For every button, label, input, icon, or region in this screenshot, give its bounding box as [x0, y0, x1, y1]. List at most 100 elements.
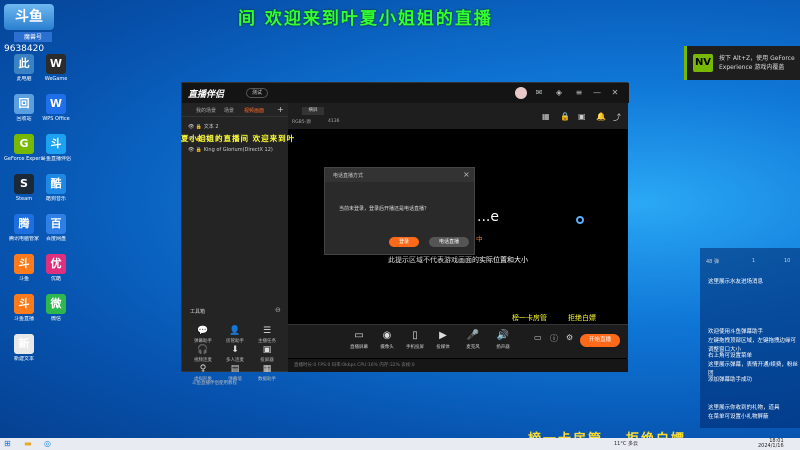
chat-line: 添加弹幕助手成功 [708, 377, 753, 383]
bottom-tool[interactable]: ▭ 直播屏幕 [346, 330, 372, 350]
desktop-icon-label: 微信 [50, 316, 61, 322]
desktop-icon[interactable]: 新新建文本 [4, 334, 44, 362]
toolbox-title: 工具箱 [190, 309, 206, 315]
avatar[interactable] [515, 87, 527, 99]
dialog-title: 电话直播方式 [333, 173, 364, 179]
banner-title: 间 欢迎来到叶夏小姐姐的直播 [238, 9, 493, 29]
douyu-logo: 斗鱼 [4, 4, 54, 30]
tool-item[interactable]: ☰ 主播任务 [252, 325, 282, 344]
folder-icon[interactable]: ▬ [24, 439, 32, 448]
desktop-icon[interactable]: W WeGame [36, 54, 76, 82]
preview-header: 横屏 RGB5-源 4136 ▦ 🔒 ▣ 🔔 ⤴ [288, 103, 628, 129]
lock-icon[interactable]: 🔒 [560, 112, 570, 121]
chat-stat: 10 [784, 258, 791, 264]
recycle-bin-icon: 回 [14, 94, 34, 114]
desktop-icon-label: WPS Office [42, 116, 70, 122]
status-bar: 直播时长:0 FPS:0 码率:0kbps CPU:16% 内存:32% 丢帧:… [288, 359, 628, 372]
calendar-icon[interactable]: ▦ [542, 112, 550, 121]
cursor-icon [576, 216, 584, 224]
camera-icon[interactable]: ▭ [534, 333, 542, 342]
chat-line: 右上角可设置菜单 [708, 353, 753, 359]
bottom-tool[interactable]: 🔊 扬声器 [490, 330, 516, 350]
viewer-count: 4136 [328, 119, 340, 124]
bottom-tool-icon: ▶ [439, 330, 447, 341]
desktop-icon[interactable]: 百百度网盘 [36, 214, 76, 242]
tool-icon: ▣ [262, 345, 272, 355]
source-item[interactable]: 👁 🔒 文本 2 [188, 123, 219, 130]
bottom-tool[interactable]: ▶ 投媒体 [430, 330, 456, 350]
source-label: King of Glorium(DirectX 12) [203, 147, 273, 153]
go-live-button[interactable]: 开始直播 [580, 334, 620, 347]
weather-tray[interactable]: 11°C 多云 [614, 440, 638, 447]
skin-icon[interactable]: ◈ [554, 88, 564, 98]
desktop-icon[interactable]: 优优酷 [36, 254, 76, 282]
bell-icon[interactable]: 🔔 [596, 112, 606, 121]
tool-item[interactable]: ▣ 投屏器 [252, 344, 282, 363]
title-bar: 直播伴侣 测试 ✉ ◈ ≡ — ✕ [182, 83, 629, 103]
layout-icon[interactable]: ▣ [578, 112, 586, 121]
clock[interactable]: 18:01 2024/1/16 [758, 439, 784, 449]
minimize-icon[interactable]: — [592, 88, 602, 98]
bottom-tool-label: 直播屏幕 [350, 345, 368, 350]
desktop-icon[interactable]: 微微信 [36, 294, 76, 322]
bottom-tool[interactable]: ◉ 摄像头 [374, 330, 400, 350]
help-icon[interactable]: ⓘ [550, 333, 558, 344]
tool-item[interactable]: 🎧 视频连麦 [188, 344, 218, 363]
desktop-icon[interactable]: W WPS Office [36, 94, 76, 122]
close-icon[interactable]: × [463, 170, 470, 179]
bottom-tool-label: 投媒体 [436, 345, 450, 350]
bottom-tool-label: 麦克风 [466, 345, 480, 350]
add-icon[interactable]: + [277, 105, 284, 114]
windows-start-icon[interactable]: ⊞ [4, 439, 11, 448]
nvidia-icon: G [14, 134, 34, 154]
preview-text: ...e [477, 209, 499, 225]
edge-icon[interactable]: ◎ [44, 439, 51, 448]
bottom-tool[interactable]: 🎤 麦克风 [460, 330, 486, 350]
landscape-tab[interactable]: 横屏 [302, 107, 324, 115]
settings-icon[interactable]: ⚙ [566, 333, 573, 342]
preview-line-1: 榜一卡房管 [512, 314, 547, 322]
tool-item[interactable]: 👤 房管助手 [220, 325, 250, 344]
desktop-icon[interactable]: 斗斗鱼直播伴侣 [36, 134, 76, 162]
tab-video[interactable]: 视频画面 [244, 107, 264, 114]
nvidia-message: 按下 Alt+Z，使用 GeForce Experience 游戏内覆盖 [719, 55, 795, 71]
bottom-tool-icon: ▯ [412, 330, 418, 341]
bottom-tool-icon: 🎤 [466, 330, 480, 341]
danmaku-panel[interactable]: 48 弹 1 10 这里展示水友进场消息 欢迎使用斗鱼弹幕助手 左键拖拽顶部区域… [700, 248, 800, 428]
version-badge[interactable]: 测试 [246, 88, 268, 98]
desktop-icon-label: 斗鱼直播伴侣 [40, 156, 71, 162]
tab-my-scenes[interactable]: 我的场景 [196, 107, 216, 114]
close-icon[interactable]: ✕ [610, 88, 620, 98]
desktop-icon[interactable]: 酷酷狗音乐 [36, 174, 76, 202]
tool-item[interactable]: ⬇ 多人连麦 [220, 344, 250, 363]
phone-live-button[interactable]: 电话直播 [429, 237, 469, 247]
app-name: 直播伴侣 [188, 90, 225, 100]
kugou-icon: 酷 [46, 174, 66, 194]
chat-stat: 1 [752, 258, 756, 264]
chat-stat: 48 弹 [706, 259, 719, 265]
login-button[interactable]: 登录 [389, 237, 419, 247]
desktop-icon-label: 酷狗音乐 [45, 196, 66, 202]
nvidia-toast[interactable]: NV 按下 Alt+Z，使用 GeForce Experience 游戏内覆盖 [684, 46, 800, 80]
menu-icon[interactable]: ≡ [574, 88, 584, 98]
tab-scenes[interactable]: 场景 [224, 107, 234, 114]
bottom-tool[interactable]: ▯ 手机投屏 [402, 330, 428, 350]
source-item[interactable]: 👁 🔒 King of Glorium(DirectX 12) [188, 147, 273, 153]
chat-line: 这里展示你收到的礼物，道具 [708, 405, 780, 411]
share-icon[interactable]: ⤴ [613, 112, 621, 123]
chat-line: 这里展示水友进场消息 [708, 279, 764, 285]
collapse-icon[interactable]: ⊖ [275, 306, 281, 314]
shield-icon: 腾 [14, 214, 34, 234]
preview-area-hint: 此提示区域不代表游戏画面的实际位置和大小 [388, 256, 528, 264]
tool-icon: ▦ [262, 364, 272, 374]
tool-item[interactable]: 💬 弹幕助手 [188, 325, 218, 344]
preview-source-tab[interactable]: RGB5-源 [292, 119, 311, 125]
mail-icon[interactable]: ✉ [534, 88, 544, 98]
desktop-icon-label: 优酷 [50, 276, 61, 282]
badge: 魔兽号 [14, 32, 52, 42]
wegame-icon: W [46, 54, 66, 74]
tool-icon: ☰ [262, 326, 272, 336]
preview-orange-text: 中 [476, 235, 483, 243]
tutorial-link[interactable]: 斗鱼直播伴侣使用教程 [182, 378, 288, 390]
nvidia-icon: NV [693, 54, 713, 72]
